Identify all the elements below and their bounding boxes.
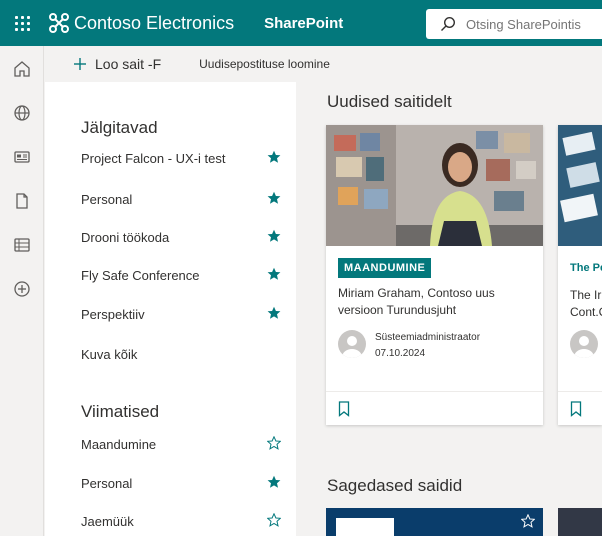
- brand-name: Contoso Electronics: [74, 12, 235, 33]
- following-title: Jälgitavad: [81, 118, 158, 137]
- plus-icon: [74, 58, 86, 70]
- author: [570, 330, 598, 358]
- avatar: [338, 330, 366, 358]
- contoso-logo-icon: [49, 13, 69, 33]
- site-badge[interactable]: MAANDUMINE: [338, 258, 432, 278]
- avatar: [570, 330, 598, 358]
- following-item[interactable]: Drooni töökoda: [81, 225, 281, 249]
- my-files-button[interactable]: [0, 179, 44, 223]
- site-name: Drooni töökoda: [81, 229, 170, 245]
- news-headline[interactable]: Miriam Graham, Contoso uus versioon Turu…: [338, 285, 538, 319]
- star-outline-icon[interactable]: [266, 512, 282, 530]
- frequent-site-card[interactable]: [558, 508, 602, 536]
- create-news-post-button[interactable]: Uudisepostituse loomine: [199, 57, 330, 71]
- see-all-link[interactable]: Kuva kõik: [81, 347, 137, 362]
- site-name: Perspektiiv: [81, 306, 145, 322]
- card-divider: [326, 391, 543, 392]
- create-site-label: Loo sait -F: [95, 56, 162, 72]
- site-name: Personal: [81, 475, 133, 491]
- news-card-image: [558, 125, 602, 246]
- news-card-image: [326, 125, 543, 246]
- suite-bar: Contoso Electronics SharePoint: [0, 0, 602, 46]
- sites-panel: Jälgitavad Project Falcon - UX-i test Pe…: [45, 82, 296, 536]
- document-icon: [16, 193, 28, 209]
- site-name: Project Falcon - UX-i test: [81, 150, 226, 166]
- site-name: Fly Safe Conference: [81, 267, 200, 283]
- star-filled-icon[interactable]: [267, 475, 281, 492]
- following-item[interactable]: Perspektiiv: [81, 302, 281, 326]
- news-icon: [14, 151, 30, 163]
- waffle-icon: [14, 15, 30, 31]
- site-name: Maandumine: [81, 436, 157, 452]
- news-card[interactable]: The Pe The Ir Cont.C: [558, 125, 602, 425]
- recent-item[interactable]: Maandumine: [81, 432, 282, 456]
- create-news-label: Uudisepostituse loomine: [199, 57, 330, 71]
- site-name: Jaemüük: [81, 513, 134, 529]
- search-box[interactable]: [426, 9, 602, 39]
- brand[interactable]: Contoso Electronics: [48, 12, 234, 34]
- following-item[interactable]: Project Falcon - UX-i test: [81, 146, 281, 170]
- save-for-later-button[interactable]: [338, 401, 350, 422]
- my-news-button[interactable]: [0, 135, 44, 179]
- recent-title: Viimatised: [81, 402, 160, 421]
- search-input[interactable]: [466, 16, 596, 32]
- list-icon: [14, 238, 30, 252]
- site-logo: [336, 518, 394, 536]
- recent-item[interactable]: Personal: [81, 471, 281, 495]
- bookmark-icon: [338, 401, 350, 417]
- card-divider: [558, 391, 602, 392]
- news-card[interactable]: MAANDUMINE Miriam Graham, Contoso uus ve…: [326, 125, 543, 425]
- following-item[interactable]: Personal: [81, 187, 281, 211]
- globe-icon: [14, 105, 30, 121]
- frequent-sites-title: Sagedased saidid: [327, 476, 463, 495]
- star-outline-icon[interactable]: [266, 435, 282, 453]
- search-icon: [441, 16, 456, 31]
- star-filled-icon[interactable]: [267, 306, 281, 323]
- author-name: Süsteemiadministraator: [375, 332, 481, 343]
- my-sites-button[interactable]: [0, 91, 44, 135]
- star-filled-icon[interactable]: [267, 191, 281, 208]
- home-icon: [14, 61, 30, 77]
- star-filled-icon[interactable]: [267, 150, 281, 167]
- save-for-later-button[interactable]: [570, 401, 582, 422]
- author: Süsteemiadministraator 07.10.2024: [338, 330, 480, 362]
- site-label[interactable]: The Pe: [570, 262, 602, 274]
- star-filled-icon[interactable]: [267, 229, 281, 246]
- recent-item[interactable]: Jaemüük: [81, 509, 282, 533]
- home-button[interactable]: [0, 47, 44, 91]
- my-lists-button[interactable]: [0, 223, 44, 267]
- app-bar: [0, 46, 44, 536]
- star-filled-icon[interactable]: [267, 267, 281, 284]
- command-bar: Loo sait -F Uudisepostituse loomine: [45, 46, 602, 82]
- post-date: 07.10.2024: [375, 348, 426, 359]
- app-launcher-button[interactable]: [0, 0, 44, 46]
- app-name[interactable]: SharePoint: [264, 15, 343, 32]
- site-name: Personal: [81, 191, 133, 207]
- frequent-site-card[interactable]: [326, 508, 543, 536]
- news-section-title: Uudised saitidelt: [327, 92, 452, 111]
- add-icon: [14, 281, 30, 297]
- create-button[interactable]: [0, 267, 44, 311]
- following-item[interactable]: Fly Safe Conference: [81, 263, 281, 287]
- create-site-button[interactable]: Loo sait -F: [73, 56, 161, 72]
- news-headline[interactable]: The Ir Cont.C: [570, 287, 602, 321]
- bookmark-icon: [570, 401, 582, 417]
- star-outline-icon[interactable]: [520, 513, 536, 533]
